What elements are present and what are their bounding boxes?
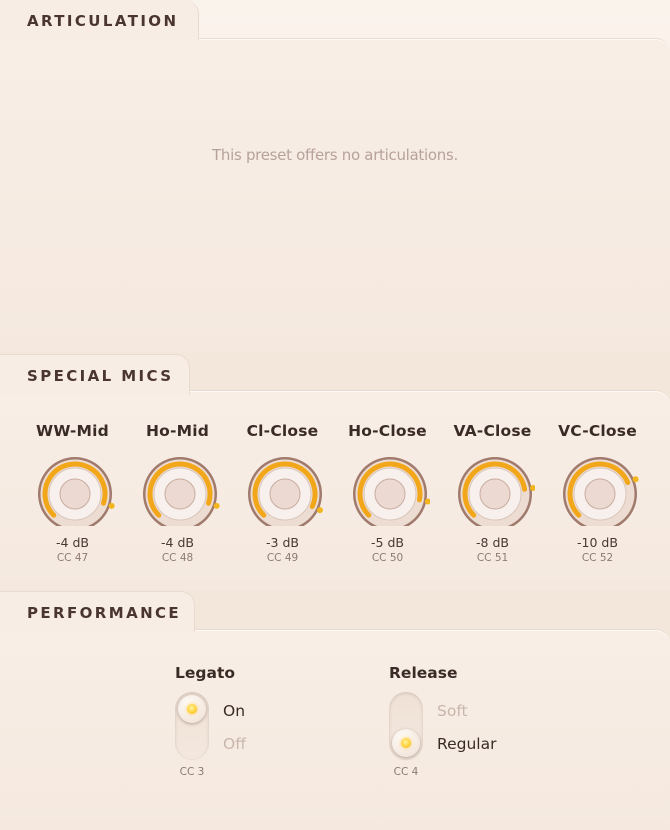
release-option-regular[interactable]: Regular: [437, 735, 496, 753]
articulation-panel: ARTICULATION This preset offers no artic…: [0, 0, 670, 352]
articulation-body: [0, 38, 670, 352]
mic-name: VC-Close: [558, 422, 637, 440]
mic-name: Cl-Close: [246, 422, 319, 440]
legato-option-on[interactable]: On: [223, 702, 245, 720]
mic-cc: CC 51: [476, 552, 509, 564]
mic-level-knob[interactable]: [35, 446, 115, 526]
knob-indicator-dot: [316, 507, 323, 514]
mic-level-readout: -4 dB: [161, 535, 194, 550]
mic-level-readout: -5 dB: [371, 535, 404, 550]
knob-cap: [374, 478, 406, 510]
release-cc: CC 4: [393, 766, 419, 778]
mic-level-readout: -8 dB: [476, 535, 509, 550]
knob-cap: [59, 478, 91, 510]
special-mics-title: SPECIAL MICS: [27, 367, 174, 385]
mic-level-knob[interactable]: [350, 446, 430, 526]
mic-cc: CC 49: [266, 552, 299, 564]
special-mics-tab: SPECIAL MICS: [0, 354, 190, 395]
legato-title: Legato: [175, 664, 236, 682]
release-title: Release: [389, 664, 458, 682]
mic-name: VA-Close: [453, 422, 532, 440]
knob-cap: [479, 478, 511, 510]
mic-name: WW-Mid: [36, 422, 109, 440]
mic-name: Ho-Mid: [145, 422, 210, 440]
no-articulations-message: This preset offers no articulations.: [212, 146, 458, 164]
knob-indicator-dot: [213, 502, 220, 509]
mic-level-readout: -3 dB: [266, 535, 299, 550]
knob-cap: [584, 478, 616, 510]
mic-name: Ho-Close: [348, 422, 427, 440]
mic-level-knob[interactable]: [455, 446, 535, 526]
legato-switch[interactable]: [175, 692, 209, 760]
release-switch-thumb[interactable]: [392, 729, 420, 757]
mic-level-readout: -10 dB: [577, 535, 618, 550]
mic-level-knob[interactable]: [245, 446, 325, 526]
performance-tab: PERFORMANCE: [0, 591, 195, 632]
knob-indicator-dot: [108, 502, 115, 509]
performance-panel: PERFORMANCE: [0, 591, 670, 830]
mic-level-knob[interactable]: [560, 446, 640, 526]
mic-cc: CC 48: [161, 552, 194, 564]
mic-cc: CC 50: [371, 552, 404, 564]
mic-level-readout: -4 dB: [56, 535, 89, 550]
led-indicator-icon: [401, 738, 411, 748]
articulation-tab: ARTICULATION: [0, 0, 199, 40]
mic-level-knob[interactable]: [140, 446, 220, 526]
knob-indicator-dot: [632, 476, 639, 483]
legato-option-off[interactable]: Off: [223, 735, 246, 753]
mic-cc: CC 47: [56, 552, 89, 564]
led-indicator-icon: [187, 704, 197, 714]
legato-switch-thumb[interactable]: [178, 695, 206, 723]
performance-title: PERFORMANCE: [27, 604, 182, 622]
articulation-title: ARTICULATION: [27, 12, 179, 30]
knob-cap: [269, 478, 301, 510]
release-option-soft[interactable]: Soft: [437, 702, 468, 720]
knob-cap: [164, 478, 196, 510]
legato-cc: CC 3: [179, 766, 205, 778]
mic-cc: CC 52: [581, 552, 614, 564]
performance-body: [0, 629, 670, 830]
release-switch[interactable]: [389, 692, 423, 760]
